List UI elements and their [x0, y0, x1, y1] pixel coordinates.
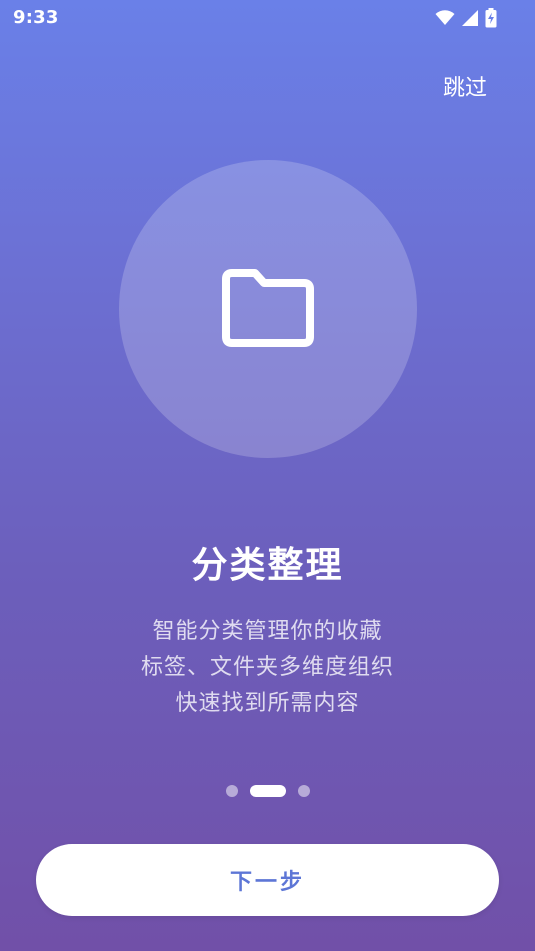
folder-icon [222, 269, 314, 347]
next-button-label: 下一步 [229, 870, 305, 895]
description-line: 快速找到所需内容 [175, 691, 360, 716]
onboarding-screen: 9:33 跳过 分类整理 智能分类管理你的收藏 标签、文件夹多维度组织 快速找到… [0, 0, 535, 951]
status-icons [435, 8, 497, 28]
description-line: 智能分类管理你的收藏 [152, 619, 383, 644]
wifi-icon [435, 10, 455, 26]
page-dot-3 [297, 785, 310, 797]
next-button[interactable]: 下一步 [36, 844, 499, 916]
page-dot-1 [225, 785, 238, 797]
status-bar: 9:33 [0, 0, 535, 36]
signal-icon [461, 9, 479, 27]
page-indicator [0, 784, 535, 798]
battery-charging-icon [485, 8, 497, 28]
page-dot-2-active [249, 785, 286, 797]
page-title: 分类整理 [191, 545, 344, 586]
description: 智能分类管理你的收藏 标签、文件夹多维度组织 快速找到所需内容 [0, 614, 535, 722]
description-line: 标签、文件夹多维度组织 [140, 655, 394, 680]
hero-illustration [119, 160, 417, 458]
skip-button[interactable]: 跳过 [443, 70, 487, 102]
status-time: 9:33 [13, 7, 59, 28]
